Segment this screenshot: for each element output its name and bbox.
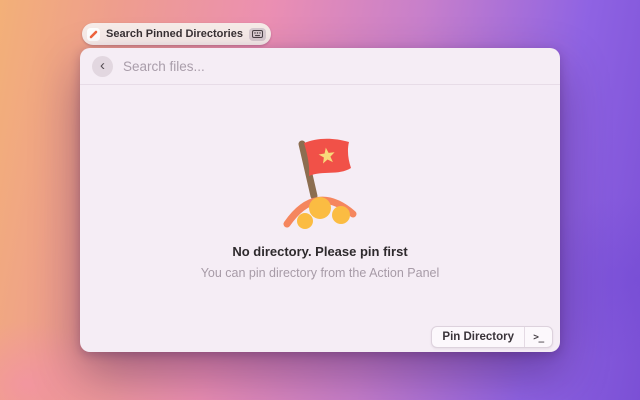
shortcut-key-button[interactable]: >_	[525, 327, 552, 347]
empty-state: No directory. Please pin first You can p…	[80, 85, 560, 352]
dot-small-right	[332, 206, 350, 224]
search-input[interactable]	[123, 58, 548, 74]
app-window: ‹ No directory. Please pin first You ca	[80, 48, 560, 352]
flag-on-hill-illustration	[283, 138, 357, 229]
dot-large	[309, 197, 331, 219]
action-buttons: Pin Directory >_	[431, 326, 553, 348]
pin-app-icon	[87, 27, 100, 41]
back-button[interactable]: ‹	[92, 55, 113, 77]
search-bar: ‹	[80, 48, 560, 85]
pin-directory-button[interactable]: Pin Directory	[432, 327, 524, 347]
keyboard-icon	[251, 30, 263, 38]
dot-small-left	[297, 213, 313, 229]
hotkey-badge	[248, 27, 266, 41]
extension-pill[interactable]: Search Pinned Directories	[82, 23, 271, 45]
extension-name: Search Pinned Directories	[106, 28, 243, 40]
desktop-background: Search Pinned Directories ‹ Search files…	[0, 0, 640, 400]
chevron-left-icon: ‹	[100, 56, 105, 74]
empty-state-title: No directory. Please pin first	[232, 244, 408, 259]
empty-state-subtitle: You can pin directory from the Action Pa…	[200, 266, 440, 280]
